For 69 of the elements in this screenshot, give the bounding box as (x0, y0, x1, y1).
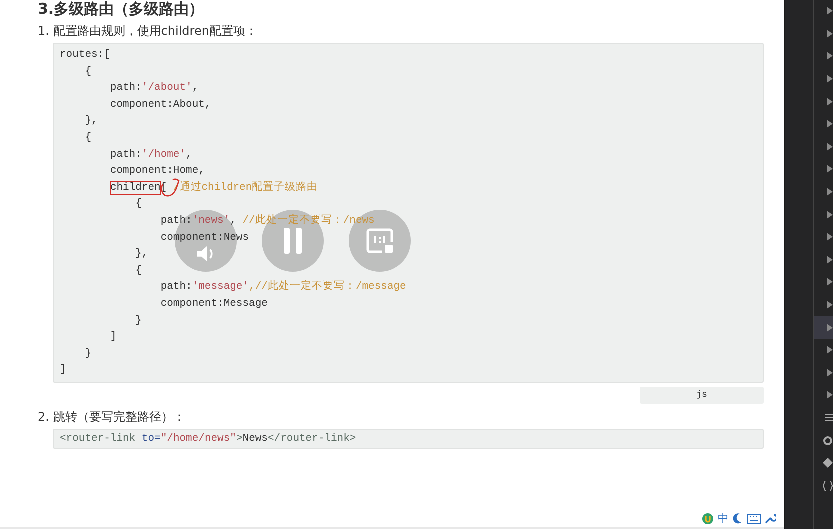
triangle-icon (827, 233, 833, 242)
code-token: path: (160, 214, 192, 229)
code-token: }, (134, 247, 148, 262)
code-token: } (84, 346, 92, 362)
code-token: 'message' (192, 280, 250, 296)
code-token: , (186, 148, 192, 163)
boxed-code-word: children (110, 180, 161, 195)
code-token: ] (109, 330, 117, 346)
code-token: { (84, 130, 92, 146)
code-token: 'news' (192, 214, 230, 229)
triangle-icon (827, 346, 833, 354)
panel-row[interactable] (814, 316, 833, 339)
ime-logo-icon (702, 512, 714, 524)
keyboard-icon[interactable] (747, 514, 761, 524)
section-heading: 3.多级路由（多级路由） (38, 0, 206, 18)
braces-icon[interactable] (823, 480, 833, 491)
code-token: }, (84, 114, 98, 130)
triangle-icon (827, 98, 833, 106)
code-token: { (134, 197, 142, 212)
code-token: path: (160, 280, 192, 296)
code-token: { (134, 264, 142, 279)
code-token: component:Message (160, 296, 268, 312)
code-token: <router-link (60, 432, 136, 447)
code-token: ] (60, 363, 66, 378)
triangle-icon (827, 75, 833, 84)
pause-icon (282, 227, 304, 255)
step-text: 2. 跳转（要写完整路径）： (38, 408, 186, 426)
triangle-icon (827, 391, 833, 400)
triangle-icon (827, 278, 833, 286)
triangle-icon (827, 142, 833, 151)
triangle-icon (827, 52, 833, 60)
code-token: > (236, 432, 243, 447)
triangle-icon (827, 30, 833, 38)
code-token: to= (140, 432, 161, 447)
language-label: js (640, 386, 764, 404)
triangle-icon (827, 7, 833, 16)
triangle-icon (827, 165, 833, 174)
code-token: , (230, 214, 238, 229)
code-token: path: (109, 81, 142, 96)
code-token: component:Home, (109, 164, 205, 180)
code-token: } (134, 314, 142, 328)
code-token: </router-link> (268, 432, 356, 447)
triangle-icon (827, 188, 833, 196)
triangle-icon (827, 324, 833, 332)
code-token: , (192, 81, 199, 96)
code-token: News (242, 432, 268, 447)
picture-in-picture-icon (366, 228, 394, 254)
list-icon[interactable] (825, 414, 833, 422)
moon-icon[interactable] (733, 513, 743, 524)
code-token: { (84, 64, 92, 80)
code-token: component:News (160, 230, 250, 246)
code-token: "/home/news" (160, 432, 236, 447)
triangle-icon (827, 301, 833, 310)
ime-mode-label[interactable]: 中 (718, 511, 729, 526)
diamond-icon[interactable] (823, 458, 833, 468)
code-token: routes:[ (60, 48, 110, 63)
triangle-icon (827, 210, 833, 219)
triangle-icon (827, 368, 833, 377)
code-token: '/home' (142, 148, 186, 163)
triangle-icon (827, 120, 833, 128)
gear-icon[interactable] (823, 436, 833, 446)
code-token: path: (109, 148, 142, 163)
code-token: '/about' (142, 81, 192, 96)
step-text: 1. 配置路由规则，使用children配置项： (38, 23, 258, 40)
triangle-icon (827, 256, 833, 264)
code-token: //此处一定不要写：/news (242, 213, 375, 229)
code-token: [ (160, 180, 168, 196)
code-token: ,//此处一定不要写：/message (249, 279, 406, 296)
code-token: component:About, (109, 98, 212, 113)
